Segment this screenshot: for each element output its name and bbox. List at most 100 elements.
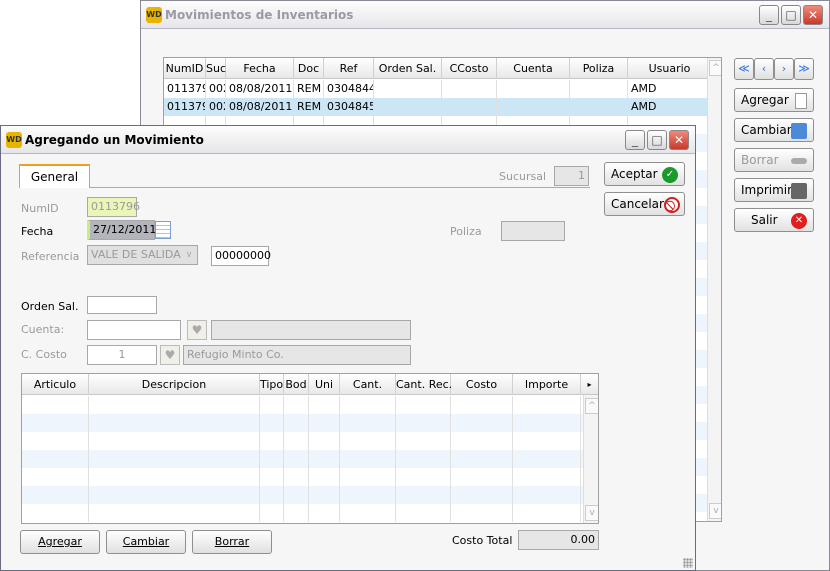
scroll-right-icon[interactable]: ▸ bbox=[581, 374, 598, 395]
table-cell bbox=[22, 414, 89, 432]
cuenta-label: Cuenta: bbox=[21, 323, 65, 336]
column-header[interactable]: Cuenta bbox=[497, 58, 570, 79]
next-record-button[interactable]: › bbox=[774, 58, 794, 80]
table-cell bbox=[89, 414, 260, 432]
minimize-button[interactable]: _ bbox=[625, 130, 645, 150]
column-header[interactable]: NumID bbox=[164, 58, 206, 79]
items-scrollbar[interactable]: ^ v bbox=[583, 395, 598, 523]
dialog-titlebar[interactable]: WD Agregando un Movimiento _ □ ✕ bbox=[1, 126, 695, 154]
table-cell bbox=[374, 98, 442, 116]
salir-label: Salir bbox=[751, 213, 778, 227]
table-cell bbox=[396, 414, 451, 432]
scroll-down-icon[interactable]: v bbox=[709, 503, 721, 519]
table-cell bbox=[260, 504, 284, 522]
close-button[interactable]: ✕ bbox=[669, 130, 689, 150]
table-row[interactable] bbox=[22, 504, 583, 522]
table-cell bbox=[570, 80, 628, 98]
imprimir-button[interactable]: Imprimir bbox=[734, 178, 814, 202]
table-cell bbox=[89, 450, 260, 468]
table-row[interactable] bbox=[22, 414, 583, 432]
ccosto-lookup-icon[interactable]: ♥ bbox=[160, 345, 180, 365]
cancelar-button[interactable]: Cancelar⃠ bbox=[604, 192, 685, 216]
table-cell bbox=[513, 432, 581, 450]
orden-sal-field[interactable] bbox=[87, 296, 157, 314]
imprimir-label: Imprimir bbox=[741, 183, 793, 197]
table-cell bbox=[89, 504, 260, 522]
table-row[interactable]: 011379200208/08/2011REM0304845 AMD bbox=[164, 98, 712, 116]
maximize-button[interactable]: □ bbox=[647, 130, 667, 150]
table-row[interactable] bbox=[22, 432, 583, 450]
referencia-number-field[interactable]: 00000000 bbox=[211, 246, 271, 266]
close-button[interactable]: ✕ bbox=[803, 5, 823, 25]
agregar-button[interactable]: Agregar bbox=[734, 88, 814, 112]
table-cell bbox=[260, 396, 284, 414]
column-header[interactable]: Fecha bbox=[226, 58, 294, 79]
scroll-down-icon[interactable]: v bbox=[585, 505, 598, 521]
item-cambiar-label: Cambiar bbox=[122, 535, 170, 548]
item-agregar-button[interactable]: Agregar bbox=[20, 530, 100, 554]
prev-record-button[interactable]: ‹ bbox=[754, 58, 774, 80]
cuenta-field[interactable] bbox=[87, 320, 181, 340]
salir-button[interactable]: Salir ✕ bbox=[734, 208, 814, 232]
fecha-label: Fecha bbox=[21, 225, 54, 238]
column-header[interactable]: Poliza bbox=[570, 58, 628, 79]
table-cell bbox=[260, 450, 284, 468]
column-header[interactable]: Suc bbox=[206, 58, 226, 79]
table-cell bbox=[451, 432, 513, 450]
column-header[interactable]: Articulo bbox=[22, 374, 89, 395]
referencia-select[interactable]: VALE DE SALIDA ∨ bbox=[87, 245, 198, 265]
table-cell: 0113791 bbox=[164, 80, 206, 98]
borrar-label: Borrar bbox=[741, 153, 779, 167]
table-cell bbox=[260, 486, 284, 504]
referencia-value: VALE DE SALIDA bbox=[91, 248, 181, 261]
tab-general[interactable]: General bbox=[19, 164, 90, 188]
column-header[interactable]: Usuario bbox=[628, 58, 712, 79]
item-cambiar-button[interactable]: Cambiar bbox=[106, 530, 186, 554]
table-row[interactable] bbox=[22, 468, 583, 486]
column-header[interactable]: Cant. bbox=[340, 374, 396, 395]
column-header[interactable]: Importe bbox=[513, 374, 581, 395]
column-header[interactable]: Ref bbox=[324, 58, 374, 79]
fecha-field[interactable]: 27/12/2011 bbox=[87, 220, 156, 240]
borrar-button[interactable]: Borrar bbox=[734, 148, 814, 172]
table-cell bbox=[497, 98, 570, 116]
main-titlebar[interactable]: WD Movimientos de Inventarios _ □ ✕ bbox=[141, 1, 829, 29]
minimize-button[interactable]: _ bbox=[759, 5, 779, 25]
cancelar-label: Cancelar bbox=[611, 197, 664, 211]
aceptar-button[interactable]: Aceptar ✓ bbox=[604, 162, 685, 186]
column-header[interactable]: Bod bbox=[284, 374, 309, 395]
column-header[interactable]: Uni bbox=[309, 374, 340, 395]
last-record-button[interactable]: ≫ bbox=[794, 58, 814, 80]
column-header[interactable]: Doc bbox=[294, 58, 324, 79]
grid-scrollbar[interactable]: ^ v bbox=[707, 58, 721, 521]
table-row[interactable]: 011379100208/08/2011REM0304844 AMD bbox=[164, 80, 712, 98]
table-row[interactable] bbox=[22, 486, 583, 504]
column-header[interactable]: Tipo bbox=[260, 374, 284, 395]
column-header[interactable]: CCosto bbox=[442, 58, 497, 79]
table-cell bbox=[340, 504, 396, 522]
scroll-up-icon[interactable]: ^ bbox=[585, 398, 598, 414]
orden-sal-label: Orden Sal. bbox=[21, 300, 79, 313]
item-borrar-button[interactable]: Borrar bbox=[192, 530, 272, 554]
table-row[interactable] bbox=[22, 450, 583, 468]
column-header[interactable]: Descripcion bbox=[89, 374, 260, 395]
table-cell bbox=[22, 450, 89, 468]
column-header[interactable]: Cant. Rec. bbox=[396, 374, 452, 395]
maximize-button[interactable]: □ bbox=[781, 5, 801, 25]
resize-grip-icon[interactable] bbox=[683, 558, 693, 568]
table-cell bbox=[513, 414, 581, 432]
first-record-button[interactable]: ≪ bbox=[734, 58, 754, 80]
ccosto-field[interactable]: 1 bbox=[87, 345, 157, 365]
table-cell bbox=[284, 414, 309, 432]
column-header[interactable]: Costo bbox=[451, 374, 513, 395]
table-row[interactable] bbox=[22, 396, 583, 414]
column-header[interactable]: Orden Sal. bbox=[374, 58, 442, 79]
cambiar-button[interactable]: Cambiar bbox=[734, 118, 814, 142]
calendar-icon[interactable] bbox=[155, 221, 171, 239]
chevron-down-icon: ∨ bbox=[185, 250, 193, 260]
scroll-up-icon[interactable]: ^ bbox=[709, 60, 721, 76]
cuenta-lookup-icon[interactable]: ♥ bbox=[187, 320, 207, 340]
table-cell bbox=[374, 80, 442, 98]
table-cell bbox=[260, 432, 284, 450]
table-cell: REM bbox=[294, 98, 324, 116]
